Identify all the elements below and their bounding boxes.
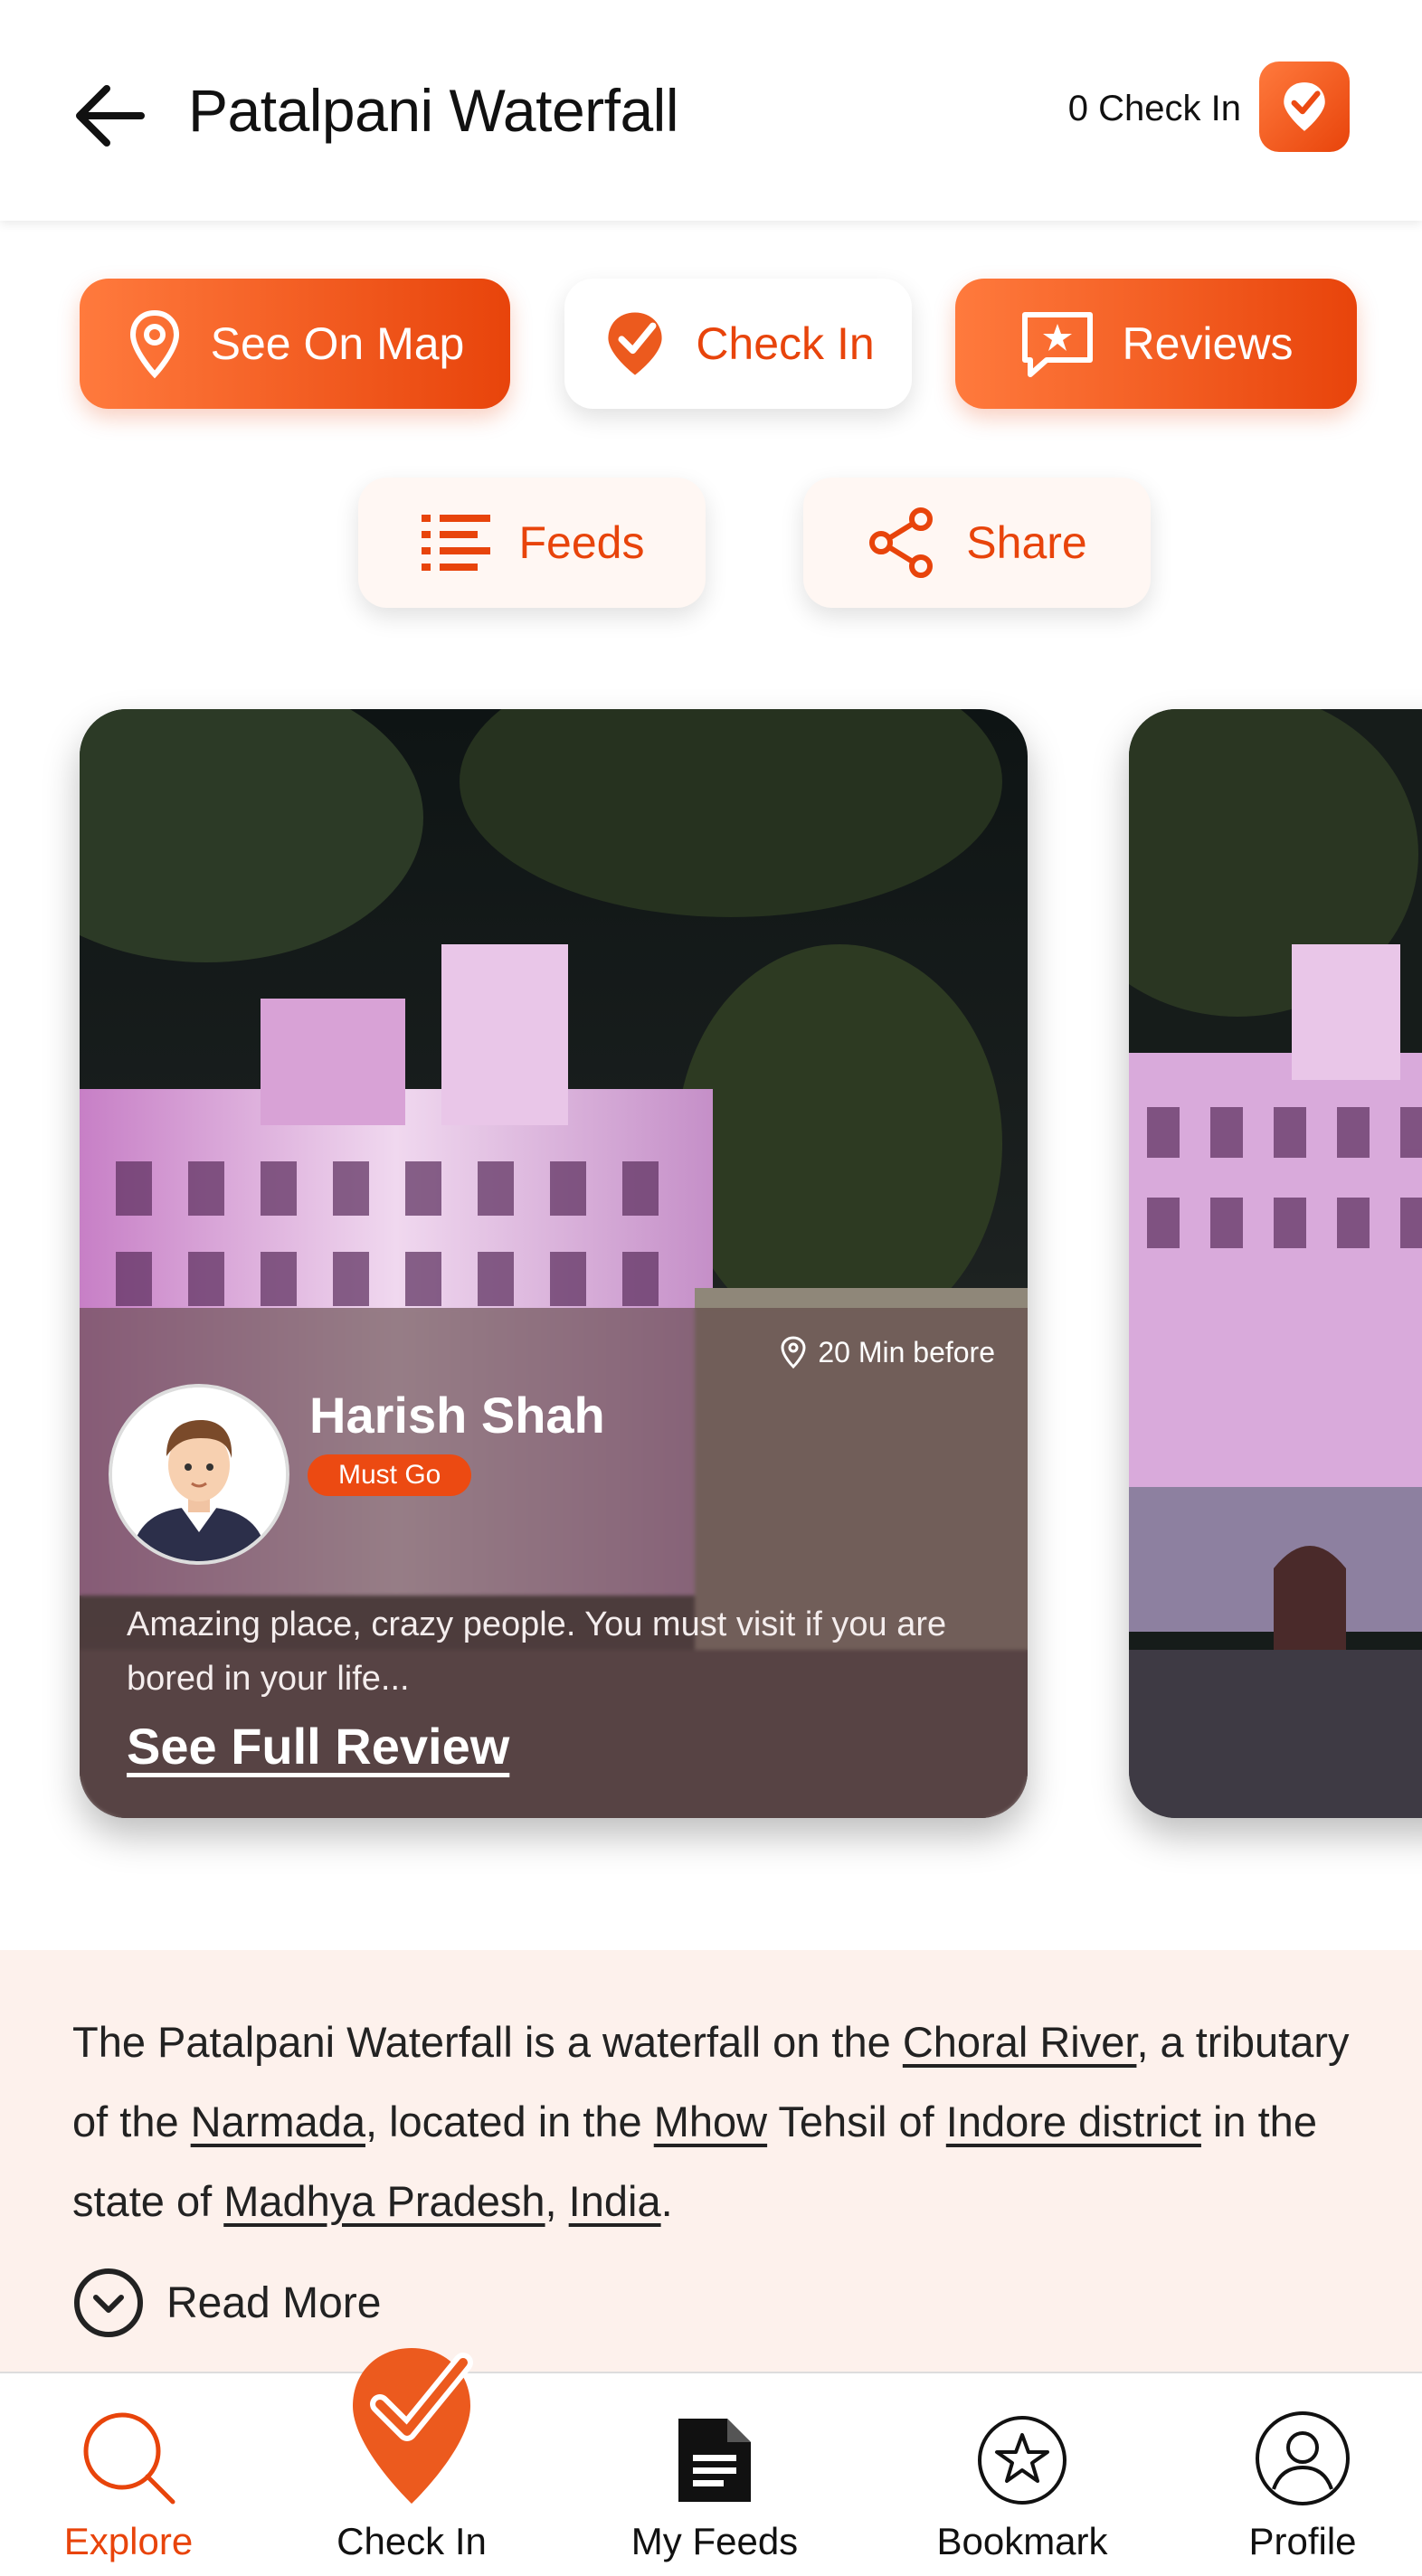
nav-bookmark-label: Bookmark	[936, 2520, 1108, 2562]
location-check-icon	[1284, 82, 1325, 131]
link-mhow[interactable]: Mhow	[654, 2098, 767, 2145]
see-on-map-label: See On Map	[210, 318, 465, 369]
arrow-left-icon	[76, 85, 145, 147]
review-card[interactable]	[1129, 709, 1422, 1818]
link-india[interactable]: India	[569, 2177, 661, 2225]
review-panel: 20 Min before Harish Shah Must Go Amazin…	[80, 1308, 1028, 1818]
reviewer-name: Harish Shah	[309, 1387, 605, 1444]
link-indore-district[interactable]: Indore district	[946, 2098, 1201, 2145]
link-narmada[interactable]: Narmada	[191, 2098, 365, 2145]
feeds-list-icon	[421, 515, 490, 571]
link-madhya-pradesh[interactable]: Madhya Pradesh	[223, 2177, 545, 2225]
reviews-label: Reviews	[1122, 318, 1294, 369]
chevron-down-circle-icon	[74, 2268, 143, 2337]
nav-my-feeds-label: My Feeds	[630, 2520, 799, 2562]
read-more-label: Read More	[166, 2278, 382, 2327]
nav-explore-label: Explore	[63, 2520, 194, 2562]
checkin-badge-button[interactable]	[1259, 62, 1350, 152]
place-photo	[1129, 709, 1422, 1818]
see-on-map-button[interactable]: See On Map	[80, 279, 510, 409]
check-in-label: Check In	[696, 318, 875, 369]
check-in-button[interactable]: Check In	[564, 279, 912, 409]
location-check-icon	[353, 2348, 473, 2504]
nav-check-in-label: Check In	[337, 2520, 487, 2562]
link-choral-river[interactable]: Choral River	[903, 2018, 1137, 2066]
bottom-navigation: Explore Check In My Feeds Bookmark Profi…	[0, 2348, 1422, 2576]
review-card[interactable]: 20 Min before Harish Shah Must Go Amazin…	[80, 709, 1028, 1818]
nav-check-in[interactable]: Check In	[317, 2348, 507, 2576]
star-message-icon	[1021, 312, 1093, 377]
share-label: Share	[966, 517, 1087, 568]
map-pin-icon	[129, 309, 179, 379]
time-ago: 20 Min before	[780, 1335, 995, 1369]
nav-explore[interactable]: Explore	[36, 2373, 221, 2576]
user-avatar-illustration	[112, 1387, 286, 1561]
share-button[interactable]: Share	[803, 478, 1151, 608]
review-tag: Must Go	[308, 1454, 472, 1496]
nav-profile-label: Profile	[1248, 2520, 1357, 2562]
location-check-icon	[608, 312, 662, 375]
nav-profile[interactable]: Profile	[1212, 2373, 1393, 2576]
share-icon	[869, 507, 934, 578]
nav-bookmark[interactable]: Bookmark	[923, 2373, 1122, 2576]
time-ago-text: 20 Min before	[818, 1335, 995, 1368]
document-icon	[678, 2419, 751, 2502]
review-text: Amazing place, crazy people. You must vi…	[127, 1605, 947, 1698]
read-more-button[interactable]: Read More	[72, 2267, 381, 2339]
description-text: The Patalpani Waterfall is a waterfall o…	[72, 2018, 1350, 2225]
page-title: Patalpani Waterfall	[188, 77, 679, 144]
app-header: Patalpani Waterfall 0 Check In	[0, 0, 1422, 221]
place-description: The Patalpani Waterfall is a waterfall o…	[0, 1950, 1422, 2375]
avatar[interactable]	[109, 1384, 289, 1565]
checkin-count: 0 Check In	[1067, 89, 1241, 128]
star-circle-icon	[978, 2416, 1066, 2505]
reviews-button[interactable]: Reviews	[955, 279, 1357, 409]
feeds-button[interactable]: Feeds	[358, 478, 706, 608]
search-icon	[83, 2412, 175, 2505]
see-full-review-link[interactable]: See Full Review	[127, 1717, 509, 1776]
back-button[interactable]	[65, 72, 152, 159]
map-pin-icon	[781, 1336, 806, 1369]
user-icon	[1256, 2411, 1350, 2505]
feeds-label: Feeds	[518, 517, 645, 568]
nav-my-feeds[interactable]: My Feeds	[615, 2373, 814, 2576]
